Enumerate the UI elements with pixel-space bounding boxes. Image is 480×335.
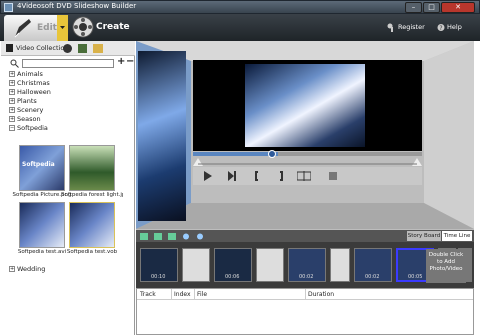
column-index[interactable]: Index bbox=[171, 289, 191, 300]
side-video-panel bbox=[138, 51, 186, 221]
register-button[interactable]: Register bbox=[387, 23, 425, 33]
seek-bar[interactable] bbox=[193, 150, 422, 158]
edit-dropdown-button[interactable] bbox=[57, 15, 68, 41]
player-controls bbox=[193, 167, 422, 185]
thumbnail-softpedia-forest[interactable] bbox=[69, 145, 115, 191]
column-file[interactable]: File bbox=[194, 289, 207, 300]
tab-time-line[interactable]: Time Line bbox=[442, 231, 472, 241]
register-label: Register bbox=[398, 23, 425, 31]
folder-christmas[interactable]: + Christmas bbox=[9, 79, 50, 88]
folder-halloween[interactable]: + Halloween bbox=[9, 88, 51, 97]
column-track[interactable]: Track bbox=[140, 289, 156, 300]
track-list-header: Track Index File Duration bbox=[137, 289, 473, 300]
help-button[interactable]: ? Help bbox=[437, 23, 463, 33]
storyboard-transition[interactable] bbox=[330, 248, 350, 282]
storyboard-frame[interactable]: 00:10 bbox=[140, 248, 178, 282]
sidebar-header: Video Collection bbox=[1, 41, 135, 56]
film-reel-icon bbox=[72, 16, 94, 38]
minimize-button[interactable]: – bbox=[405, 2, 422, 13]
key-icon bbox=[387, 23, 393, 32]
mark-in-icon[interactable] bbox=[253, 171, 263, 181]
preview-stage bbox=[136, 41, 474, 231]
folder-icon[interactable] bbox=[93, 44, 103, 53]
split-icon[interactable] bbox=[297, 171, 311, 181]
video-screen bbox=[193, 60, 422, 151]
next-frame-icon[interactable] bbox=[227, 171, 237, 181]
storyboard-frame[interactable]: 00:02 bbox=[354, 248, 392, 282]
mark-out-icon[interactable] bbox=[275, 171, 285, 181]
seek-handle[interactable] bbox=[268, 150, 276, 158]
maximize-button[interactable]: □ bbox=[423, 2, 440, 13]
thumbnail-caption: Softpedia forest light.jpg bbox=[61, 192, 123, 198]
storyboard-frame[interactable]: 00:02 bbox=[288, 248, 326, 282]
thumbnail-softpedia-vob[interactable] bbox=[69, 202, 115, 248]
seek-fill bbox=[193, 152, 278, 156]
folder-softpedia[interactable]: − Softpedia bbox=[9, 124, 48, 133]
folder-plants[interactable]: + Plants bbox=[9, 97, 37, 106]
storyboard-transition[interactable] bbox=[182, 248, 210, 282]
thumbnail-caption: Softpedia test.vob bbox=[66, 249, 118, 255]
video-collection-label: Video Collection bbox=[16, 44, 69, 52]
column-duration[interactable]: Duration bbox=[305, 289, 334, 300]
window-title: 4Videosoft DVD Slideshow Builder bbox=[17, 2, 137, 10]
film-icon bbox=[6, 44, 13, 52]
close-button[interactable]: ✕ bbox=[441, 2, 475, 13]
play-icon[interactable] bbox=[203, 171, 213, 181]
add-photo-video-button[interactable]: Double Click to Add Photo/Video bbox=[426, 249, 466, 283]
photo-icon[interactable] bbox=[78, 44, 87, 53]
tab-create-label: Create bbox=[96, 22, 130, 32]
storyboard-strip: 00:10 00:06 00:02 00:02 00:05 bbox=[136, 242, 474, 288]
disc-icon[interactable] bbox=[63, 44, 72, 53]
tab-edit-label: Edit bbox=[37, 23, 57, 33]
track-list: Track Index File Duration bbox=[136, 288, 474, 335]
thumbnail-softpedia-picture[interactable]: Softpedia bbox=[19, 145, 65, 191]
thumbnail-softpedia-avi[interactable] bbox=[19, 202, 65, 248]
storyboard-transition[interactable] bbox=[256, 248, 284, 282]
search-icon bbox=[10, 59, 19, 68]
help-icon: ? bbox=[437, 24, 445, 32]
thumbnail-watermark: Softpedia bbox=[22, 161, 55, 168]
stop-icon[interactable] bbox=[328, 171, 338, 181]
remove-button[interactable]: − bbox=[126, 56, 134, 67]
trim-bar[interactable] bbox=[193, 158, 422, 166]
folder-wedding[interactable]: + Wedding bbox=[9, 265, 45, 274]
edit-tools-icon[interactable] bbox=[140, 232, 212, 241]
view-toolbar: Story Board Time Line bbox=[136, 230, 474, 242]
pen-icon bbox=[14, 19, 31, 38]
svg-text:?: ? bbox=[439, 25, 442, 32]
app-icon bbox=[4, 3, 13, 12]
tab-create[interactable]: Create bbox=[70, 15, 130, 41]
title-bar: 4Videosoft DVD Slideshow Builder – □ ✕ bbox=[0, 0, 480, 14]
media-sidebar: Video Collection + − + Animals + Christmas… bbox=[1, 41, 135, 335]
add-button[interactable]: + bbox=[117, 56, 125, 67]
chevron-down-icon bbox=[60, 26, 65, 29]
folder-scenery[interactable]: + Scenery bbox=[9, 106, 43, 115]
storyboard-frame[interactable]: 00:06 bbox=[214, 248, 252, 282]
trim-markers-icon bbox=[193, 158, 422, 166]
search-input[interactable] bbox=[22, 59, 114, 68]
help-label: Help bbox=[447, 23, 462, 31]
video-frame bbox=[245, 64, 365, 147]
folder-animals[interactable]: + Animals bbox=[9, 70, 43, 79]
tab-story-board[interactable]: Story Board bbox=[407, 231, 441, 241]
folder-season[interactable]: + Season bbox=[9, 115, 41, 124]
